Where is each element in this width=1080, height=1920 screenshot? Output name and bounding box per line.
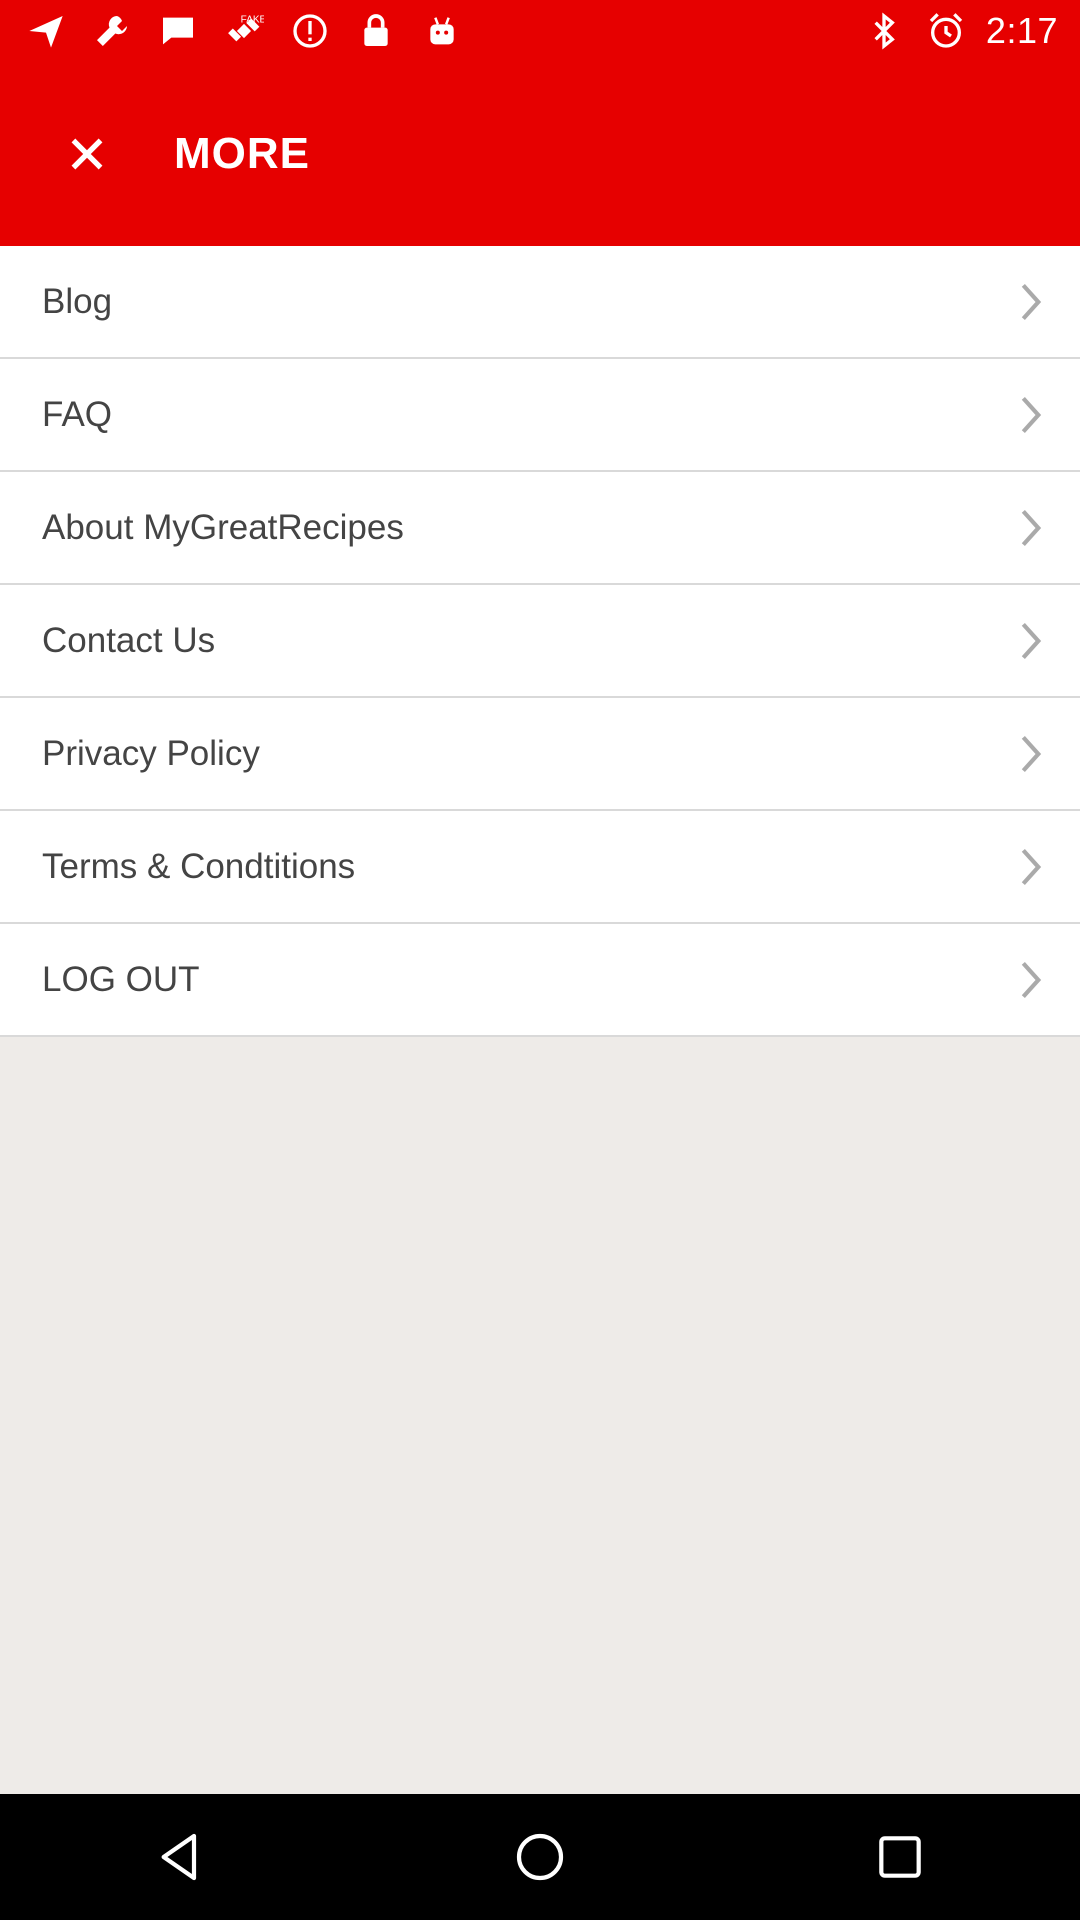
chevron-right-icon <box>1010 621 1050 661</box>
status-right: 2:17 <box>862 9 1080 53</box>
menu-item-about[interactable]: About MyGreatRecipes <box>0 472 1080 585</box>
home-icon <box>512 1829 568 1885</box>
status-bar: FAKE 2:17 <box>0 0 1080 62</box>
close-button[interactable] <box>37 104 137 204</box>
message-icon <box>156 9 200 53</box>
menu-item-label: Terms & Condtitions <box>42 846 356 886</box>
chevron-right-icon <box>1010 960 1050 1000</box>
status-time: 2:17 <box>985 10 1058 51</box>
app-bar: MORE <box>0 62 1080 246</box>
menu-item-blog[interactable]: Blog <box>0 246 1080 359</box>
navigation-icon <box>24 9 68 53</box>
chevron-right-icon <box>1010 847 1050 887</box>
lock-icon <box>354 9 398 53</box>
menu-item-label: LOG OUT <box>42 959 200 999</box>
recents-button[interactable] <box>840 1807 960 1907</box>
menu-item-privacy[interactable]: Privacy Policy <box>0 698 1080 811</box>
menu-list: Blog FAQ About MyGreatRecipes Contact Us… <box>0 246 1080 1037</box>
page-title: MORE <box>174 129 310 178</box>
android-icon <box>420 9 464 53</box>
home-button[interactable] <box>480 1807 600 1907</box>
wrench-icon <box>90 9 134 53</box>
back-button[interactable] <box>120 1807 240 1907</box>
menu-item-label: Blog <box>42 281 113 321</box>
chevron-right-icon <box>1010 395 1050 435</box>
menu-item-label: Privacy Policy <box>42 733 260 773</box>
chevron-right-icon <box>1010 734 1050 774</box>
menu-item-label: FAQ <box>42 394 113 434</box>
close-icon <box>67 134 107 174</box>
alert-icon <box>288 9 332 53</box>
alarm-icon <box>924 9 968 53</box>
bluetooth-icon <box>862 9 906 53</box>
recents-icon <box>872 1829 928 1885</box>
menu-item-label: Contact Us <box>42 620 216 660</box>
status-left: FAKE <box>0 9 464 53</box>
menu-item-terms[interactable]: Terms & Condtitions <box>0 811 1080 924</box>
back-icon <box>152 1829 208 1885</box>
menu-item-logout[interactable]: LOG OUT <box>0 924 1080 1037</box>
chevron-right-icon <box>1010 282 1050 322</box>
chevron-right-icon <box>1010 508 1050 548</box>
menu-item-label: About MyGreatRecipes <box>42 507 404 547</box>
svg-text:FAKE: FAKE <box>241 15 264 26</box>
menu-item-contact[interactable]: Contact Us <box>0 585 1080 698</box>
fake-gps-icon: FAKE <box>222 9 266 53</box>
system-nav-bar <box>0 1794 1080 1920</box>
menu-item-faq[interactable]: FAQ <box>0 359 1080 472</box>
